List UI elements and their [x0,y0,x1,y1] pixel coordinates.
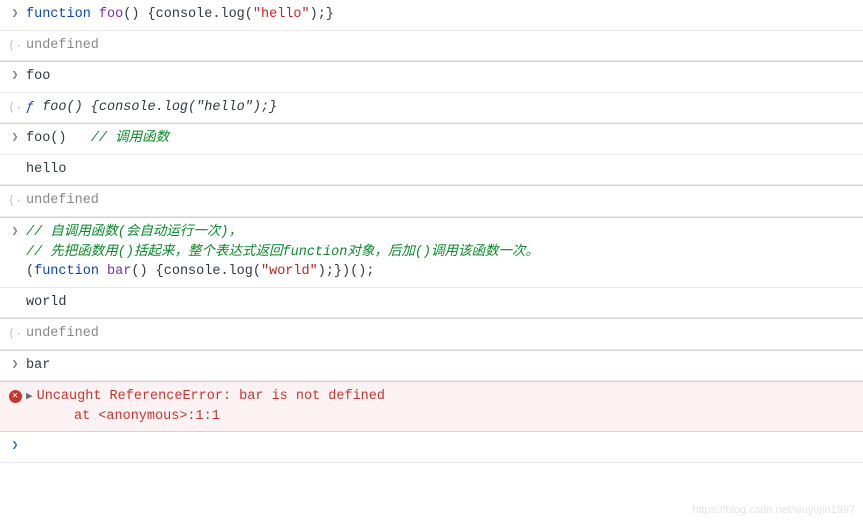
console-error-message: ▶ Uncaught ReferenceError: bar is not def… [26,387,855,426]
code-token: // 调用函数 [91,131,169,146]
console-input-code: foo [26,67,855,87]
prompt-arrow-icon: ❯ [4,356,26,374]
code-token: bar [26,358,50,373]
prompt-arrow-icon: ❯ [4,223,26,241]
console-return-value: ƒ foo() {console.log("hello");} [26,98,855,118]
console-return-row: ⟨·undefined [0,185,863,217]
error-text: Uncaught ReferenceError: bar is not defi… [37,389,385,404]
devtools-console[interactable]: ❯function foo() {console.log("hello");}⟨… [0,0,863,463]
expand-triangle-icon[interactable]: ▶ [26,390,33,406]
code-token: );})(); [318,264,375,279]
console-return-value: undefined [26,191,855,211]
code-token: ( [26,264,34,279]
code-token: ( [253,264,261,279]
return-arrow-icon: ⟨· [4,98,26,117]
console-input-row: ❯bar [0,350,863,382]
console-return-row: ⟨·undefined [0,31,863,62]
code-token: // 先把函数用()括起来，整个表达式返回 [26,245,283,260]
console-input-row: ❯// 自调用函数(会自动运行一次)， // 先把函数用()括起来，整个表达式返回… [0,217,863,288]
console-prompt-row: ❯ [0,432,863,463]
code-token: 对象，后加()调用该函数一次。 [347,245,539,260]
console-error-row: ✕▶ Uncaught ReferenceError: bar is not de… [0,381,863,432]
code-token: log [229,264,253,279]
console-log-row: hello [0,155,863,186]
prompt-arrow-icon: ❯ [4,67,26,85]
code-token: bar [107,264,131,279]
code-token [99,264,107,279]
code-token [67,131,91,146]
code-token: foo() [26,131,67,146]
code-token [91,7,99,22]
code-token: log [220,7,244,22]
code-token: );} [310,7,334,22]
prompt-arrow-icon: ❯ [4,129,26,147]
code-token: ƒ [26,100,42,115]
blank-gutter [4,160,26,162]
code-token: () { [131,264,163,279]
console-input-code: function foo() {console.log("hello");} [26,5,855,25]
console-log-value: hello [26,160,855,180]
console-input-row: ❯function foo() {console.log("hello");} [0,0,863,31]
console-log-row: world [0,288,863,319]
code-token: () { [123,7,155,22]
code-token: . [220,264,228,279]
console-return-value: undefined [26,324,855,344]
console-input-code: bar [26,356,855,376]
return-arrow-icon: ⟨· [4,191,26,210]
code-token: ( [245,7,253,22]
code-token: foo [26,69,50,84]
blank-gutter [4,293,26,295]
error-stack-line: at <anonymous>:1:1 [74,409,220,424]
watermark: https://blog.csdn.net/wuyujin1997 [692,503,855,519]
console-return-row: ⟨·ƒ foo() {console.log("hello");} [0,93,863,124]
code-token: console [156,7,213,22]
code-token: function [26,7,91,22]
error-icon: ✕ [4,387,26,403]
code-token: foo [99,7,123,22]
console-return-row: ⟨·undefined [0,318,863,350]
code-token: function [283,245,348,260]
code-token: "world" [261,264,318,279]
console-return-value: undefined [26,36,855,56]
return-arrow-icon: ⟨· [4,36,26,55]
code-token: // 自调用函数(会自动运行一次)， [26,225,242,240]
console-input-row: ❯foo() // 调用函数 [0,123,863,155]
console-prompt-input[interactable] [26,437,855,457]
console-input-code: // 自调用函数(会自动运行一次)，// 先把函数用()括起来，整个表达式返回f… [26,223,855,282]
code-token: foo() {console.log("hello");} [42,100,277,115]
code-token: function [34,264,99,279]
code-token: "hello" [253,7,310,22]
console-input-code: foo() // 调用函数 [26,129,855,149]
return-arrow-icon: ⟨· [4,324,26,343]
prompt-arrow-icon: ❯ [4,437,26,455]
prompt-arrow-icon: ❯ [4,5,26,23]
console-log-value: world [26,293,855,313]
code-token: console [164,264,221,279]
console-input-row: ❯foo [0,61,863,93]
